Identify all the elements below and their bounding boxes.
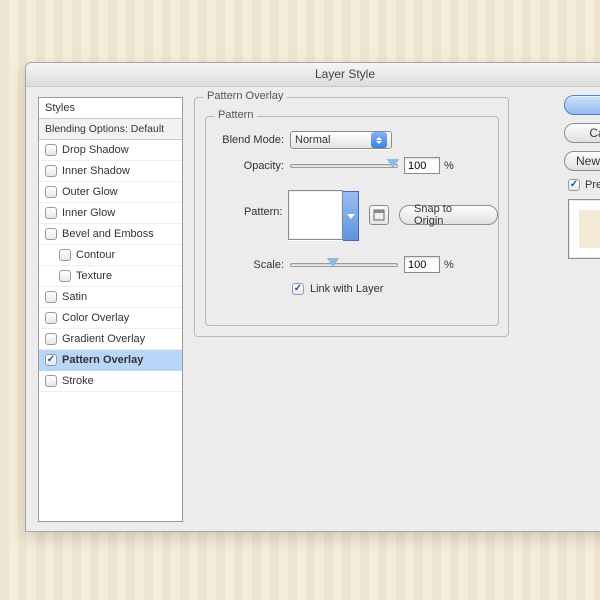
style-item-texture[interactable]: Texture: [39, 266, 182, 287]
blend-mode-label: Blend Mode:: [206, 134, 290, 146]
checkbox-icon[interactable]: [45, 207, 57, 219]
style-label: Outer Glow: [62, 186, 118, 198]
opacity-slider[interactable]: [290, 164, 398, 168]
style-item-stroke[interactable]: Stroke: [39, 371, 182, 392]
snap-to-origin-button[interactable]: Snap to Origin: [399, 205, 498, 225]
checkbox-icon[interactable]: [59, 270, 71, 282]
blend-mode-value: Normal: [295, 134, 367, 146]
checkbox-icon[interactable]: [45, 228, 57, 240]
scale-slider[interactable]: [290, 263, 398, 267]
checkbox-icon[interactable]: [59, 249, 71, 261]
cancel-button[interactable]: Cancel: [564, 123, 600, 143]
style-item-satin[interactable]: Satin: [39, 287, 182, 308]
checkbox-icon[interactable]: [45, 165, 57, 177]
style-item-bevel-emboss[interactable]: Bevel and Emboss: [39, 224, 182, 245]
style-label: Drop Shadow: [62, 144, 129, 156]
style-label: Inner Glow: [62, 207, 115, 219]
blend-mode-select[interactable]: Normal: [290, 131, 392, 149]
pattern-swatch[interactable]: [288, 190, 343, 240]
style-item-outer-glow[interactable]: Outer Glow: [39, 182, 182, 203]
stepper-icon: [371, 132, 387, 148]
slider-thumb-icon[interactable]: [327, 258, 339, 267]
group-legend: Pattern Overlay: [203, 90, 287, 102]
dropdown-arrow-icon[interactable]: [343, 191, 359, 241]
styles-panel: Styles Blending Options: Default Drop Sh…: [38, 97, 183, 522]
style-label: Pattern Overlay: [62, 354, 143, 366]
style-item-color-overlay[interactable]: Color Overlay: [39, 308, 182, 329]
checkbox-icon[interactable]: [45, 354, 57, 366]
style-item-gradient-overlay[interactable]: Gradient Overlay: [39, 329, 182, 350]
preview-label: Preview: [585, 179, 600, 191]
preview-checkbox[interactable]: [568, 179, 580, 191]
link-with-layer-checkbox[interactable]: [292, 283, 304, 295]
preview-swatch: [568, 199, 600, 259]
style-label: Color Overlay: [62, 312, 129, 324]
style-item-inner-glow[interactable]: Inner Glow: [39, 203, 182, 224]
style-label: Gradient Overlay: [62, 333, 145, 345]
checkbox-icon[interactable]: [45, 186, 57, 198]
new-style-button[interactable]: New Style...: [564, 151, 600, 171]
style-label: Inner Shadow: [62, 165, 130, 177]
pattern-legend: Pattern: [214, 109, 257, 121]
link-with-layer-label: Link with Layer: [310, 283, 383, 295]
style-item-pattern-overlay[interactable]: Pattern Overlay: [39, 350, 182, 371]
style-label: Satin: [62, 291, 87, 303]
pattern-overlay-group: Pattern Overlay Pattern Blend Mode: Norm…: [194, 97, 509, 337]
style-item-inner-shadow[interactable]: Inner Shadow: [39, 161, 182, 182]
pattern-group: Pattern Blend Mode: Normal Opacity:: [205, 116, 499, 326]
styles-header[interactable]: Styles: [39, 98, 182, 119]
checkbox-icon[interactable]: [45, 144, 57, 156]
dialog-buttons: OK Cancel New Style... Preview: [564, 95, 600, 259]
pattern-swatch-label: Pattern:: [206, 190, 288, 218]
ok-button[interactable]: OK: [564, 95, 600, 115]
style-label: Bevel and Emboss: [62, 228, 154, 240]
style-label: Stroke: [62, 375, 94, 387]
slider-thumb-icon[interactable]: [387, 159, 399, 168]
checkbox-icon[interactable]: [45, 333, 57, 345]
checkbox-icon[interactable]: [45, 375, 57, 387]
blending-options-row[interactable]: Blending Options: Default: [39, 119, 182, 140]
style-item-drop-shadow[interactable]: Drop Shadow: [39, 140, 182, 161]
checkbox-icon[interactable]: [45, 312, 57, 324]
dialog-title: Layer Style: [26, 63, 600, 87]
scale-input[interactable]: [404, 256, 440, 273]
opacity-label: Opacity:: [206, 160, 290, 172]
new-pattern-icon[interactable]: [369, 205, 389, 225]
scale-label: Scale:: [206, 259, 290, 271]
style-label: Texture: [76, 270, 112, 282]
style-item-contour[interactable]: Contour: [39, 245, 182, 266]
checkbox-icon[interactable]: [45, 291, 57, 303]
layer-style-dialog: Layer Style Styles Blending Options: Def…: [25, 62, 600, 532]
style-label: Contour: [76, 249, 115, 261]
percent-label: %: [444, 259, 454, 271]
percent-label: %: [444, 160, 454, 172]
opacity-input[interactable]: [404, 157, 440, 174]
